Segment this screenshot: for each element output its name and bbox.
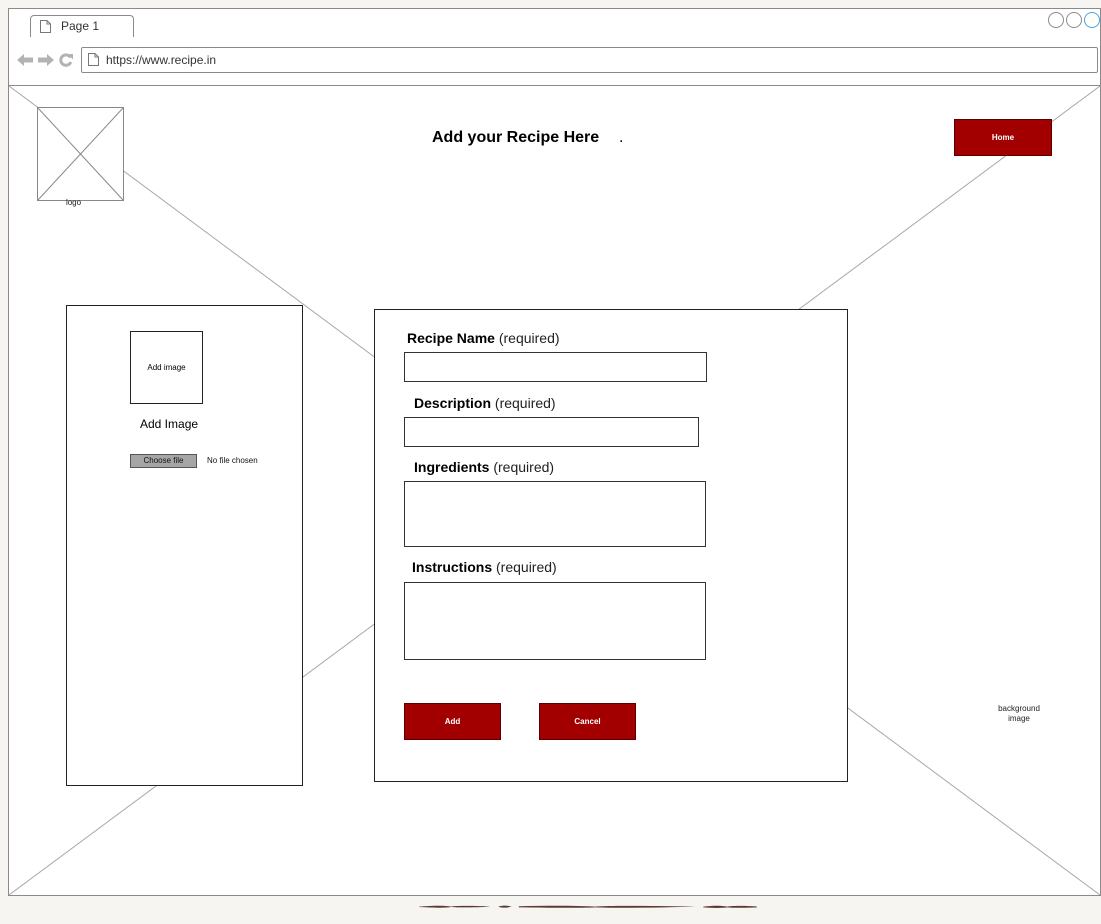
document-icon [40,20,51,33]
document-icon [88,53,99,66]
page-content: background image logo Add your Recipe He… [9,86,1100,895]
file-status: No file chosen [207,456,258,465]
page-title: Add your Recipe Here [432,129,600,146]
recipe-form: Recipe Name (required) Description (requ… [374,309,848,782]
window-controls [1048,12,1100,28]
logo-placeholder [37,107,124,201]
image-upload-panel: Add image Add Image Choose file No file … [66,305,303,786]
forward-arrow-icon[interactable] [38,54,54,66]
decorative-brush-strokes [419,905,757,908]
reload-icon[interactable] [59,53,73,67]
browser-window: Page 1 https://www.recipe.in background … [8,8,1101,896]
background-caption: background image [998,704,1040,723]
add-image-label: Add Image [140,417,199,431]
tab-strip: Page 1 [9,9,1100,38]
browser-tab[interactable]: Page 1 [30,15,134,38]
address-bar[interactable]: https://www.recipe.in [81,47,1098,73]
maximize-button[interactable] [1066,12,1082,28]
instructions-textarea[interactable] [404,582,706,660]
back-arrow-icon[interactable] [17,54,33,66]
nav-buttons [17,53,73,67]
description-label: Description (required) [414,395,556,411]
cancel-button[interactable]: Cancel [539,703,636,740]
choose-file-button[interactable]: Choose file [130,454,197,468]
logo-caption: logo [65,198,82,207]
image-preview: Add image [130,331,203,404]
recipe-name-input[interactable] [404,352,707,382]
navigation-bar: https://www.recipe.in [9,37,1100,86]
add-button[interactable]: Add [404,703,501,740]
ingredients-textarea[interactable] [404,481,706,547]
url-text: https://www.recipe.in [106,53,217,67]
page-title-suffix: . [619,129,624,146]
tab-title: Page 1 [61,19,100,33]
ingredients-label: Ingredients (required) [414,459,555,475]
close-button[interactable] [1084,12,1100,28]
recipe-name-label: Recipe Name (required) [407,330,560,346]
description-input[interactable] [404,417,699,447]
instructions-label: Instructions (required) [412,559,557,575]
minimize-button[interactable] [1048,12,1064,28]
home-button[interactable]: Home [954,119,1052,156]
